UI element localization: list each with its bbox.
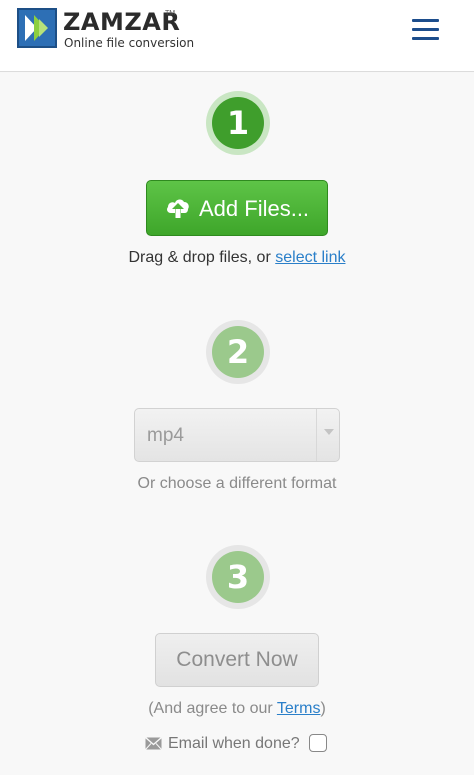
agree-prefix: (And agree to our (148, 700, 273, 717)
chevron-down-icon (324, 429, 334, 435)
step-1-number: 1 (212, 97, 264, 149)
select-link[interactable]: select link (275, 249, 345, 266)
agree-suffix: ) (320, 700, 326, 717)
hamburger-menu-icon[interactable] (406, 14, 446, 46)
step-3-badge: 3 (206, 545, 270, 609)
format-select[interactable]: mp4 (134, 408, 340, 462)
envelope-icon (145, 737, 162, 750)
email-notification-row: Email when done? (145, 733, 345, 755)
site-header: ZAMZAR TM Online file conversion (0, 0, 474, 72)
brand-tagline: Online file conversion (64, 36, 195, 50)
brand-name[interactable]: ZAMZAR (63, 10, 180, 34)
terms-link[interactable]: Terms (277, 700, 321, 717)
convert-now-button[interactable]: Convert Now (155, 633, 319, 687)
drag-drop-hint: Drag & drop files, or select link (0, 248, 474, 268)
trademark-symbol: TM (165, 10, 176, 17)
select-divider (316, 409, 317, 461)
format-hint: Or choose a different format (137, 475, 337, 492)
email-when-done-checkbox[interactable] (309, 734, 327, 752)
step-1-badge: 1 (206, 91, 270, 155)
add-files-button[interactable]: Add Files... (146, 180, 328, 236)
format-selected-value: mp4 (147, 425, 184, 446)
zamzar-logo-icon[interactable] (17, 8, 57, 48)
step-2-number: 2 (212, 326, 264, 378)
email-when-done-label: Email when done? (168, 735, 300, 752)
step-2-badge: 2 (206, 320, 270, 384)
drag-drop-text: Drag & drop files, or (128, 249, 271, 266)
step-3-number: 3 (212, 551, 264, 603)
cloud-upload-icon (167, 199, 189, 218)
terms-agreement: (And agree to our Terms) (0, 699, 474, 719)
add-files-label: Add Files... (199, 196, 310, 221)
